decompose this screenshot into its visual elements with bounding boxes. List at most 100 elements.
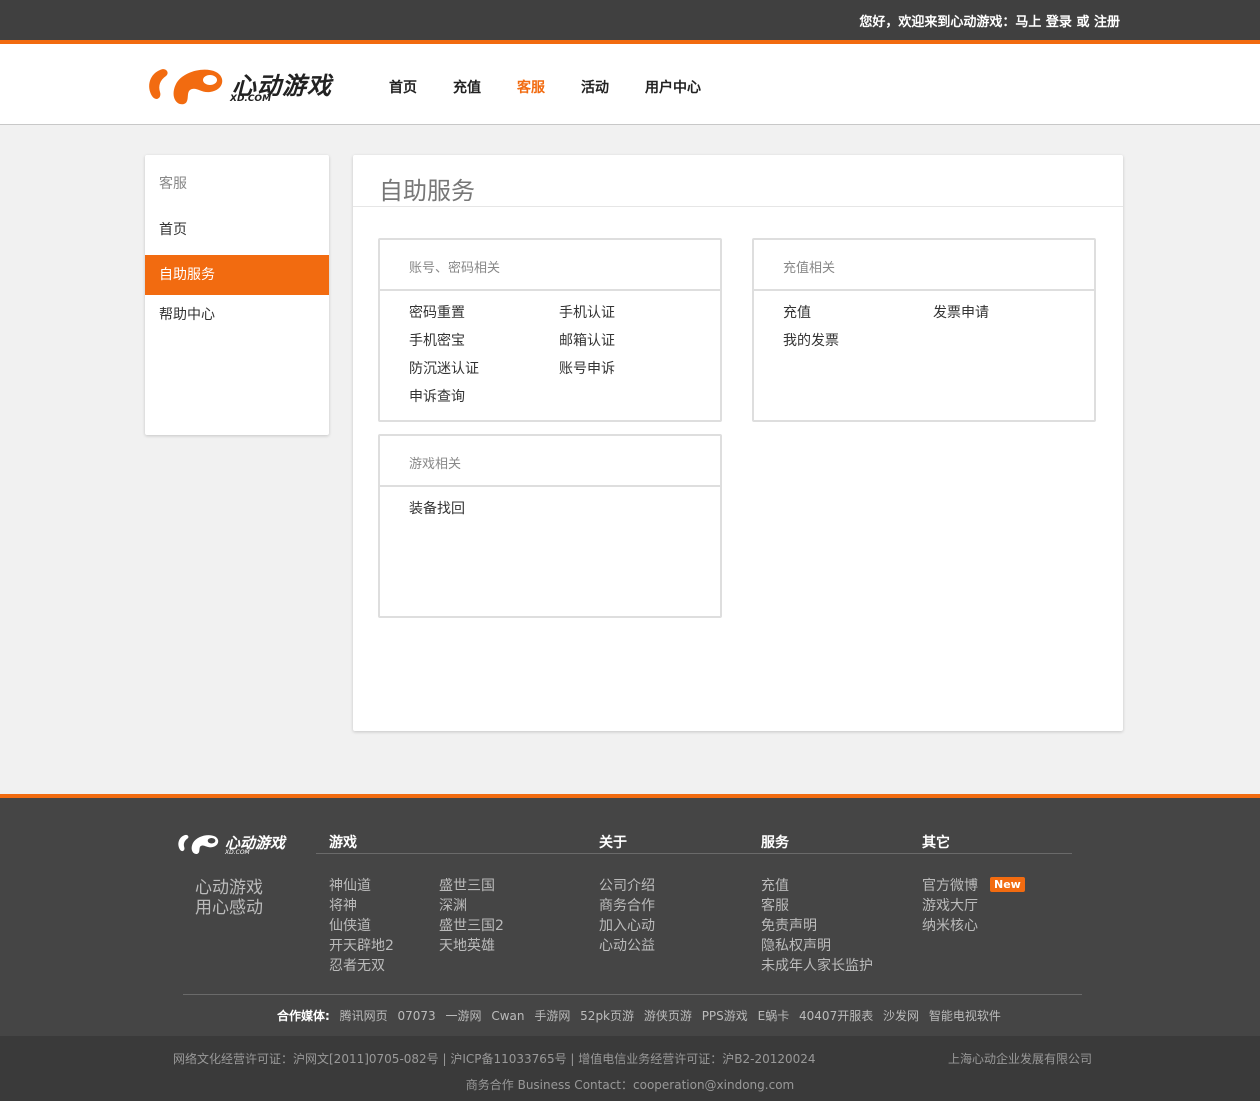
main-nav: 首页 充值 客服 活动 用户中心 (389, 77, 737, 97)
footer-link[interactable]: 深渊 (439, 896, 504, 916)
register-link[interactable]: 注册 (1094, 15, 1120, 30)
nav-customer-service[interactable]: 客服 (517, 77, 545, 97)
footer-link[interactable]: 仙侠道 (329, 916, 394, 936)
nav-recharge[interactable]: 充值 (453, 77, 481, 97)
card-links: 装备找回 (409, 500, 709, 518)
link-anti-addiction[interactable]: 防沉迷认证 (409, 360, 559, 378)
footer-link[interactable]: 官方微博 (922, 878, 978, 894)
account-password-card: 账号、密码相关 密码重置 手机认证 手机密宝 邮箱认证 防沉迷认证 账号申诉 申… (378, 238, 722, 422)
slogan: 心动游戏 用心感动 (195, 878, 263, 918)
footer-link[interactable]: 客服 (761, 896, 873, 916)
weibo-row: 官方微博 New (922, 876, 1025, 896)
top-bar: 您好，欢迎来到心动游戏：马上 登录 或 注册 (0, 0, 1260, 40)
license-text: 网络文化经营许可证：沪网文[2011]0705-082号 | 沪ICP备1103… (173, 1052, 816, 1066)
recharge-card: 充值相关 充值 发票申请 我的发票 (752, 238, 1096, 422)
or-text: 或 (1076, 15, 1090, 30)
footer-link[interactable]: 加入心动 (599, 916, 655, 936)
link-recharge[interactable]: 充值 (783, 304, 933, 322)
partner-link[interactable]: PPS游戏 (702, 1009, 748, 1023)
partner-media: 合作媒体: 腾讯网页 07073 一游网 Cwan 手游网 52pk页游 游侠页… (277, 1007, 1007, 1024)
partner-link[interactable]: 一游网 (446, 1009, 482, 1023)
main-panel: 自助服务 账号、密码相关 密码重置 手机认证 手机密宝 邮箱认证 防沉迷认证 账… (353, 155, 1123, 731)
footer-link[interactable]: 隐私权声明 (761, 936, 873, 956)
partner-link[interactable]: Cwan (491, 1009, 524, 1023)
sidebar-item-home[interactable]: 首页 (145, 210, 329, 250)
card-title: 充值相关 (783, 261, 836, 276)
site-logo[interactable]: 心动游戏 XD.COM (146, 64, 336, 108)
nav-user-center[interactable]: 用户中心 (645, 77, 701, 97)
footer-link[interactable]: 游戏大厅 (922, 896, 1025, 916)
footer-link[interactable]: 天地英雄 (439, 936, 504, 956)
partner-link[interactable]: 沙发网 (883, 1009, 919, 1023)
welcome-message: 您好，欢迎来到心动游戏：马上 登录 或 注册 (859, 11, 1120, 30)
footer-header-divider (316, 853, 1072, 854)
page-title: 自助服务 (379, 177, 475, 205)
link-phone-verify[interactable]: 手机认证 (559, 304, 709, 322)
bottom-bar: 网络文化经营许可证：沪网文[2011]0705-082号 | 沪ICP备1103… (0, 1036, 1260, 1101)
link-my-invoices[interactable]: 我的发票 (783, 332, 933, 350)
partner-link[interactable]: E蜗卡 (758, 1009, 790, 1023)
footer-link[interactable]: 免责声明 (761, 916, 873, 936)
footer-link[interactable]: 神仙道 (329, 876, 394, 896)
footer-logo-domain: XD.COM (225, 849, 250, 856)
footer-logo: 心动游戏 XD.COM (176, 832, 296, 856)
card-title: 账号、密码相关 (409, 261, 501, 276)
footer-games-list-1: 神仙道 将神 仙侠道 开天辟地2 忍者无双 (329, 876, 394, 976)
partner-link[interactable]: 52pk页游 (580, 1009, 634, 1023)
footer-link[interactable]: 忍者无双 (329, 956, 394, 976)
partner-link[interactable]: 07073 (397, 1009, 435, 1023)
new-badge: New (990, 877, 1025, 892)
footer-service-list: 充值 客服 免责声明 隐私权声明 未成年人家长监护 (761, 876, 873, 976)
footer-other-list: 官方微博 New 游戏大厅 纳米核心 (922, 876, 1025, 936)
card-links: 充值 发票申请 我的发票 (783, 304, 1083, 350)
partners-label: 合作媒体: (277, 1009, 330, 1023)
link-account-appeal[interactable]: 账号申诉 (559, 360, 709, 378)
card-header: 游戏相关 (380, 436, 720, 487)
sidebar-item-help-center[interactable]: 帮助中心 (145, 295, 329, 335)
header: 心动游戏 XD.COM 首页 充值 客服 活动 用户中心 (0, 44, 1260, 125)
footer-games-list-2: 盛世三国 深渊 盛世三国2 天地英雄 (439, 876, 504, 956)
partner-link[interactable]: 40407开服表 (799, 1009, 873, 1023)
card-header: 充值相关 (754, 240, 1094, 291)
link-invoice-apply[interactable]: 发票申请 (933, 304, 1083, 322)
slogan-line-1: 心动游戏 (195, 878, 263, 898)
footer-link[interactable]: 充值 (761, 876, 873, 896)
footer-other-title: 其它 (922, 835, 950, 851)
game-card: 游戏相关 装备找回 (378, 434, 722, 618)
footer-link[interactable]: 盛世三国2 (439, 916, 504, 936)
link-appeal-query[interactable]: 申诉查询 (409, 388, 559, 406)
business-contact: 商务合作 Business Contact：cooperation@xindon… (465, 1078, 795, 1092)
partner-link[interactable]: 腾讯网页 (340, 1009, 388, 1023)
partner-link[interactable]: 游侠页游 (644, 1009, 692, 1023)
partner-link[interactable]: 手游网 (534, 1009, 570, 1023)
sidebar-item-self-service[interactable]: 自助服务 (145, 255, 329, 295)
footer-link[interactable]: 纳米核心 (922, 916, 1025, 936)
link-phone-security[interactable]: 手机密宝 (409, 332, 559, 350)
partner-link[interactable]: 智能电视软件 (929, 1009, 1001, 1023)
footer-divider (183, 994, 1082, 995)
footer-service-title: 服务 (761, 835, 789, 851)
slogan-line-2: 用心感动 (195, 898, 263, 918)
link-password-reset[interactable]: 密码重置 (409, 304, 559, 322)
footer: 心动游戏 XD.COM 心动游戏 用心感动 游戏 关于 服务 其它 神仙道 将神… (0, 798, 1260, 1036)
footer-link[interactable]: 商务合作 (599, 896, 655, 916)
nav-home[interactable]: 首页 (389, 77, 417, 97)
nav-events[interactable]: 活动 (581, 77, 609, 97)
footer-games-title: 游戏 (329, 835, 357, 851)
login-link[interactable]: 登录 (1046, 15, 1072, 30)
link-equipment-recovery[interactable]: 装备找回 (409, 500, 559, 518)
footer-link[interactable]: 公司介绍 (599, 876, 655, 896)
card-title: 游戏相关 (409, 457, 462, 472)
company-name: 上海心动企业发展有限公司 (947, 1052, 1092, 1066)
greeting-text: 您好，欢迎来到心动游戏：马上 (859, 15, 1042, 30)
logo-domain: XD.COM (230, 94, 272, 104)
footer-link[interactable]: 盛世三国 (439, 876, 504, 896)
link-email-verify[interactable]: 邮箱认证 (559, 332, 709, 350)
footer-logo-mark-icon (178, 834, 219, 854)
footer-link[interactable]: 开天辟地2 (329, 936, 394, 956)
footer-link[interactable]: 将神 (329, 896, 394, 916)
footer-about-list: 公司介绍 商务合作 加入心动 心动公益 (599, 876, 655, 956)
footer-link[interactable]: 未成年人家长监护 (761, 956, 873, 976)
card-links: 密码重置 手机认证 手机密宝 邮箱认证 防沉迷认证 账号申诉 申诉查询 (409, 304, 709, 406)
footer-link[interactable]: 心动公益 (599, 936, 655, 956)
